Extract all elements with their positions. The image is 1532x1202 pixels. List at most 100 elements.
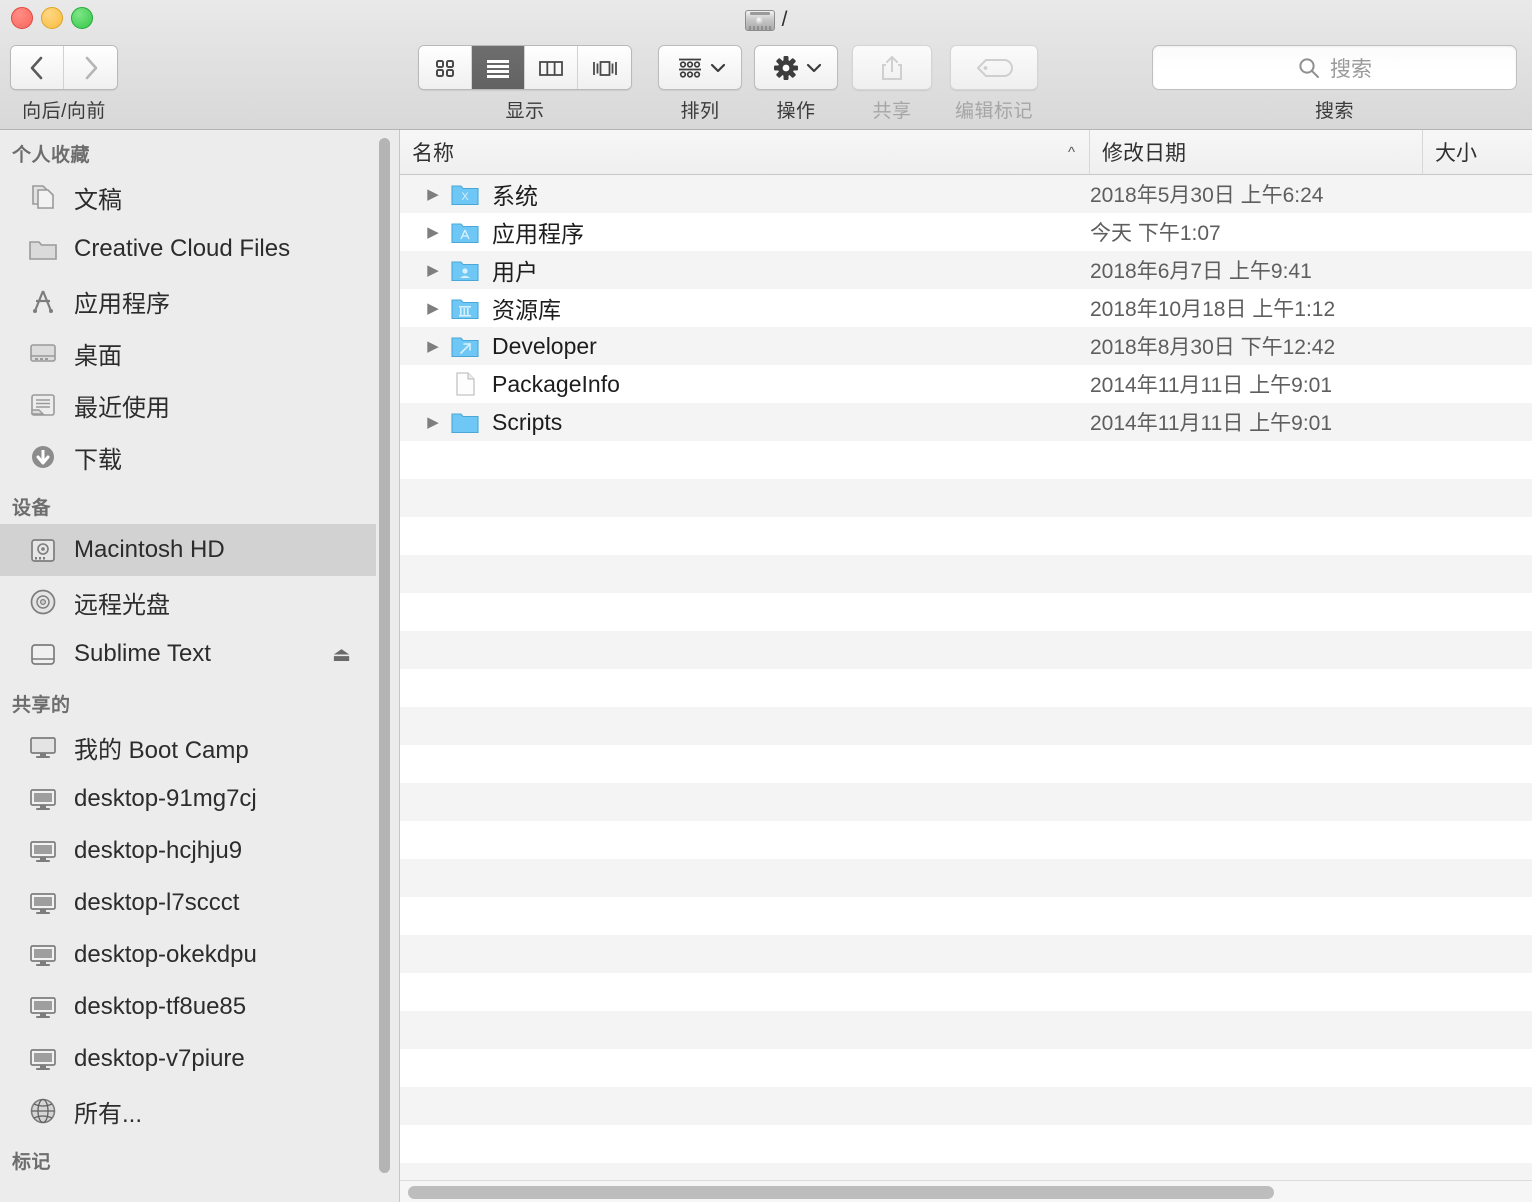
chevron-down-icon [806,63,821,72]
column-header-name-label: 名称 [412,142,454,165]
sidebar-item[interactable]: desktop-l7sccct [0,877,399,929]
share-label: 共享 [872,101,912,122]
nav-label: 向后/向前 [22,101,106,122]
sidebar-item-label: desktop-l7sccct [74,889,240,916]
file-name: Developer [492,332,597,359]
empty-row [400,1087,1532,1125]
action-group: 操作 [754,45,838,123]
optical-disc-icon [26,585,60,619]
sidebar-item[interactable]: 下载 [0,431,399,483]
sidebar-item-label: 我的 Boot Camp [74,736,249,764]
column-header-size[interactable]: 大小 [1423,130,1532,174]
internal-drive-icon [26,533,60,567]
action-button[interactable] [754,45,838,90]
eject-icon[interactable]: ⏏ [332,642,351,667]
share-button[interactable] [852,45,932,90]
computer-icon [26,782,60,816]
disclosure-triangle-icon[interactable]: ▶ [418,261,448,279]
sidebar-item[interactable]: 我的 Boot Camp [0,721,399,773]
disclosure-triangle-icon[interactable]: ▶ [418,185,448,203]
gallery-view-button[interactable] [578,46,631,89]
computer-icon [30,893,56,914]
empty-row [400,745,1532,783]
column-view-button[interactable] [525,46,578,89]
disclosure-triangle-icon[interactable]: ▶ [418,337,448,355]
sidebar-item[interactable]: 文稿 [0,171,399,223]
arrange-button[interactable] [658,45,742,90]
computer-icon [30,789,56,810]
file-date-modified: 今天 下午1:07 [1090,222,1221,245]
sidebar-item[interactable]: desktop-91mg7cj [0,773,399,825]
column-header-name[interactable]: 名称 ^ [400,130,1090,174]
empty-row [400,1011,1532,1049]
horizontal-scrollbar-track[interactable] [400,1180,1532,1202]
disclosure-triangle-icon[interactable]: ▶ [418,413,448,431]
folder-icon [29,241,57,260]
empty-row [400,897,1532,935]
grid-icon [436,59,454,77]
sidebar-item-label: 文稿 [74,186,122,214]
empty-row [400,707,1532,745]
downloads-icon [32,446,54,468]
sidebar-item[interactable]: 最近使用 [0,379,399,431]
table-row[interactable]: PackageInfo 2014年11月11日 上午9:01 [400,365,1532,403]
sidebar-item[interactable]: Sublime Text ⏏ [0,628,399,680]
list-view-button[interactable] [472,46,525,89]
display-icon [30,737,56,758]
folder-applications-icon [451,223,479,244]
sidebar-item-label: Creative Cloud Files [74,235,291,262]
window-body: 个人收藏 文稿 Creative Cloud Files 应用程序 桌面 最近使用 下载 设备… [0,130,1532,1202]
table-row[interactable]: ▶ 资源库 2018年10月18日 上午1:12 [400,289,1532,327]
column-header-date-label: 修改日期 [1102,142,1186,165]
sidebar-item[interactable]: desktop-tf8ue85 [0,981,399,1033]
sidebar-item-label: desktop-v7piure [74,1045,245,1072]
sidebar-item[interactable]: Creative Cloud Files [0,223,399,275]
file-date-modified: 2014年11月11日 上午9:01 [1090,412,1333,435]
icon-view-button[interactable] [419,46,472,89]
table-row[interactable]: ▶ 用户 2018年6月7日 上午9:41 [400,251,1532,289]
sidebar-item-label: 远程光盘 [74,591,170,619]
view-group: 显示 [418,45,632,123]
network-globe-icon [30,1098,56,1124]
sidebar-item[interactable]: 应用程序 [0,275,399,327]
folder-icon [451,413,479,434]
table-row[interactable]: ▶ X 系统 2018年5月30日 上午6:24 [400,175,1532,213]
recents-icon [26,388,60,422]
file-rows: ▶ X 系统 2018年5月30日 上午6:24 ▶ 应用程序 今天 下午1:07 ▶ 用户 20… [400,175,1532,1202]
sidebar-item[interactable]: desktop-v7piure [0,1033,399,1085]
sidebar-item[interactable]: desktop-hcjhju9 [0,825,399,877]
search-field[interactable]: 搜索 [1152,45,1517,90]
sidebar-item[interactable]: 远程光盘 [0,576,399,628]
gear-icon [773,55,798,80]
action-label: 操作 [776,101,816,122]
forward-button[interactable] [64,46,117,89]
tags-button[interactable] [950,45,1038,90]
file-generic-icon [456,372,475,396]
sidebar-item-label: Macintosh HD [74,536,225,563]
finder-window: / 向后/向前 显示 排列 操作 共享 编辑标记 搜索 搜索 个人收藏 文稿 C… [0,0,1532,1202]
view-segmented [418,45,632,90]
sidebar-item[interactable]: desktop-okekdpu [0,929,399,981]
sidebar-scrollbar[interactable] [379,138,390,1173]
tag-icon [977,58,1013,77]
horizontal-scrollbar-thumb[interactable] [408,1186,1274,1199]
file-name: PackageInfo [492,370,620,397]
table-row[interactable]: ▶ Scripts 2014年11月11日 上午9:01 [400,403,1532,441]
sidebar-item-label: 桌面 [74,342,122,370]
window-title-area: / [0,3,1532,37]
table-row[interactable]: ▶ Developer 2018年8月30日 下午12:42 [400,327,1532,365]
back-button[interactable] [11,46,64,89]
sidebar-item-label: 最近使用 [74,394,170,422]
arrange-group: 排列 [658,45,742,123]
column-header-date[interactable]: 修改日期 [1090,130,1423,174]
sidebar-item[interactable]: Macintosh HD [0,524,376,576]
disclosure-triangle-icon[interactable]: ▶ [418,223,448,241]
sidebar-item[interactable]: 桌面 [0,327,399,379]
disclosure-triangle-icon[interactable]: ▶ [418,299,448,317]
search-label: 搜索 [1314,101,1354,122]
file-name: 资源库 [492,297,561,323]
sidebar-section-header: 个人收藏 [12,145,91,166]
sidebar-item[interactable]: 所有... [0,1085,399,1137]
empty-row [400,479,1532,517]
table-row[interactable]: ▶ 应用程序 今天 下午1:07 [400,213,1532,251]
